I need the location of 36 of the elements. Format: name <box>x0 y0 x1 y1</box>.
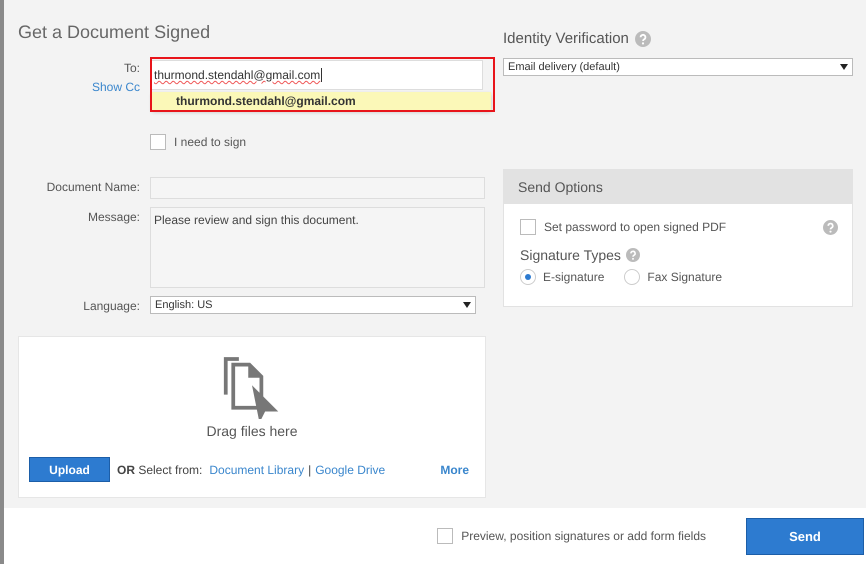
message-label: Message: <box>88 210 140 224</box>
show-cc-link[interactable]: Show Cc <box>92 80 140 94</box>
document-name-label: Document Name: <box>46 180 140 194</box>
more-link[interactable]: More <box>440 462 469 476</box>
source-link[interactable]: Document Library <box>209 462 304 476</box>
to-label: To: <box>124 61 140 75</box>
checkbox[interactable] <box>520 219 536 235</box>
checkbox-label: Set password to open signed PDF <box>544 220 726 234</box>
source-link[interactable]: Google Drive <box>315 462 386 476</box>
identity-verification-select[interactable]: Email delivery (default) <box>503 58 853 76</box>
help-icon[interactable] <box>823 220 838 234</box>
checkbox-label: Preview, position signatures or add form fields <box>461 529 706 543</box>
checkbox[interactable] <box>150 134 166 150</box>
radio-button[interactable] <box>624 269 640 285</box>
drop-hint: Drag files here <box>206 423 298 439</box>
section-title: Identity Verification <box>503 30 629 47</box>
autocomplete-suggestion[interactable]: thurmond.stendahl@gmail.com <box>152 92 491 110</box>
page-title: Get a Document Signed <box>18 22 212 44</box>
radio-label: E-signature <box>543 270 604 284</box>
language-select[interactable]: English: US <box>150 296 476 314</box>
send-button[interactable]: Send <box>746 518 864 554</box>
radio-button[interactable] <box>520 269 536 285</box>
help-icon[interactable] <box>626 248 640 262</box>
signature-types-title: Signature Types <box>520 247 621 263</box>
upload-button[interactable]: Upload <box>29 457 110 482</box>
separator: | <box>308 462 312 476</box>
language-label: Language: <box>83 299 140 313</box>
select-from-label: OR Select from: <box>117 462 202 476</box>
message-field[interactable]: Please review and sign this document. <box>150 207 485 288</box>
document-name-field[interactable] <box>150 177 485 199</box>
checkbox-label: I need to sign <box>174 135 246 149</box>
help-icon[interactable] <box>634 30 651 46</box>
panel-title: Send Options <box>518 179 603 195</box>
radio-label: Fax Signature <box>647 270 722 284</box>
recipient-input-field[interactable]: thurmond.stendahl@gmail.com <box>150 60 483 90</box>
checkbox[interactable] <box>437 528 454 544</box>
